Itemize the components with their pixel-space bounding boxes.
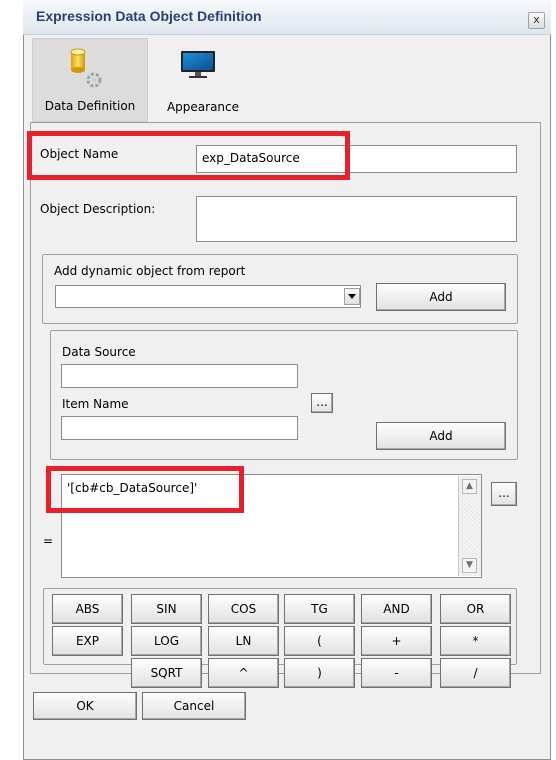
data-source-input[interactable] — [61, 364, 298, 388]
function-button[interactable]: EXP — [52, 626, 123, 656]
dropdown-button[interactable] — [344, 288, 360, 305]
function-button[interactable]: COS — [208, 594, 279, 624]
equals-label: = — [43, 534, 54, 548]
function-button[interactable]: - — [361, 658, 432, 688]
database-gear-icon — [70, 48, 102, 88]
function-button[interactable]: * — [440, 626, 511, 656]
dynamic-object-select[interactable] — [55, 285, 361, 308]
data-source-label: Data Source — [62, 345, 136, 359]
function-button[interactable]: ( — [284, 626, 355, 656]
highlight-box — [27, 131, 350, 180]
item-name-input[interactable] — [61, 416, 298, 440]
cancel-button[interactable]: Cancel — [142, 692, 246, 720]
ok-button[interactable]: OK — [33, 692, 137, 720]
close-button[interactable]: x — [528, 12, 545, 29]
function-button[interactable]: ) — [284, 658, 355, 688]
function-button[interactable]: ABS — [52, 594, 123, 624]
function-button[interactable]: + — [361, 626, 432, 656]
function-button[interactable]: AND — [361, 594, 432, 624]
window-title: Expression Data Object Definition — [36, 8, 262, 24]
function-button[interactable]: ^ — [208, 658, 279, 688]
function-button[interactable]: SQRT — [131, 658, 202, 688]
monitor-icon — [181, 51, 215, 78]
tab-label: Appearance — [166, 100, 240, 114]
function-button[interactable]: LN — [208, 626, 279, 656]
add-dynamic-object-button[interactable]: Add — [376, 283, 506, 311]
function-button[interactable]: / — [440, 658, 511, 688]
tab-data-definition[interactable]: Data Definition — [32, 38, 148, 122]
object-description-input[interactable] — [196, 196, 517, 242]
expression-scrollbar[interactable]: ▲ ▼ — [458, 476, 481, 576]
expression-browse-button[interactable]: ... — [491, 482, 517, 506]
tab-appearance[interactable]: Appearance — [148, 38, 258, 122]
object-description-label: Object Description: — [40, 202, 156, 216]
highlight-box — [46, 466, 244, 513]
function-button[interactable]: LOG — [131, 626, 202, 656]
add-data-source-button[interactable]: Add — [376, 422, 506, 450]
scroll-up-arrow[interactable]: ▲ — [462, 479, 477, 494]
function-button[interactable]: OR — [440, 594, 511, 624]
chevron-down-icon — [348, 294, 356, 299]
function-button[interactable]: SIN — [131, 594, 202, 624]
browse-item-button[interactable]: ... — [311, 393, 333, 413]
item-name-label: Item Name — [62, 397, 129, 411]
tab-label: Data Definition — [44, 99, 136, 113]
function-button[interactable]: TG — [284, 594, 355, 624]
scroll-down-arrow[interactable]: ▼ — [462, 558, 477, 573]
dynamic-object-label: Add dynamic object from report — [54, 264, 246, 278]
